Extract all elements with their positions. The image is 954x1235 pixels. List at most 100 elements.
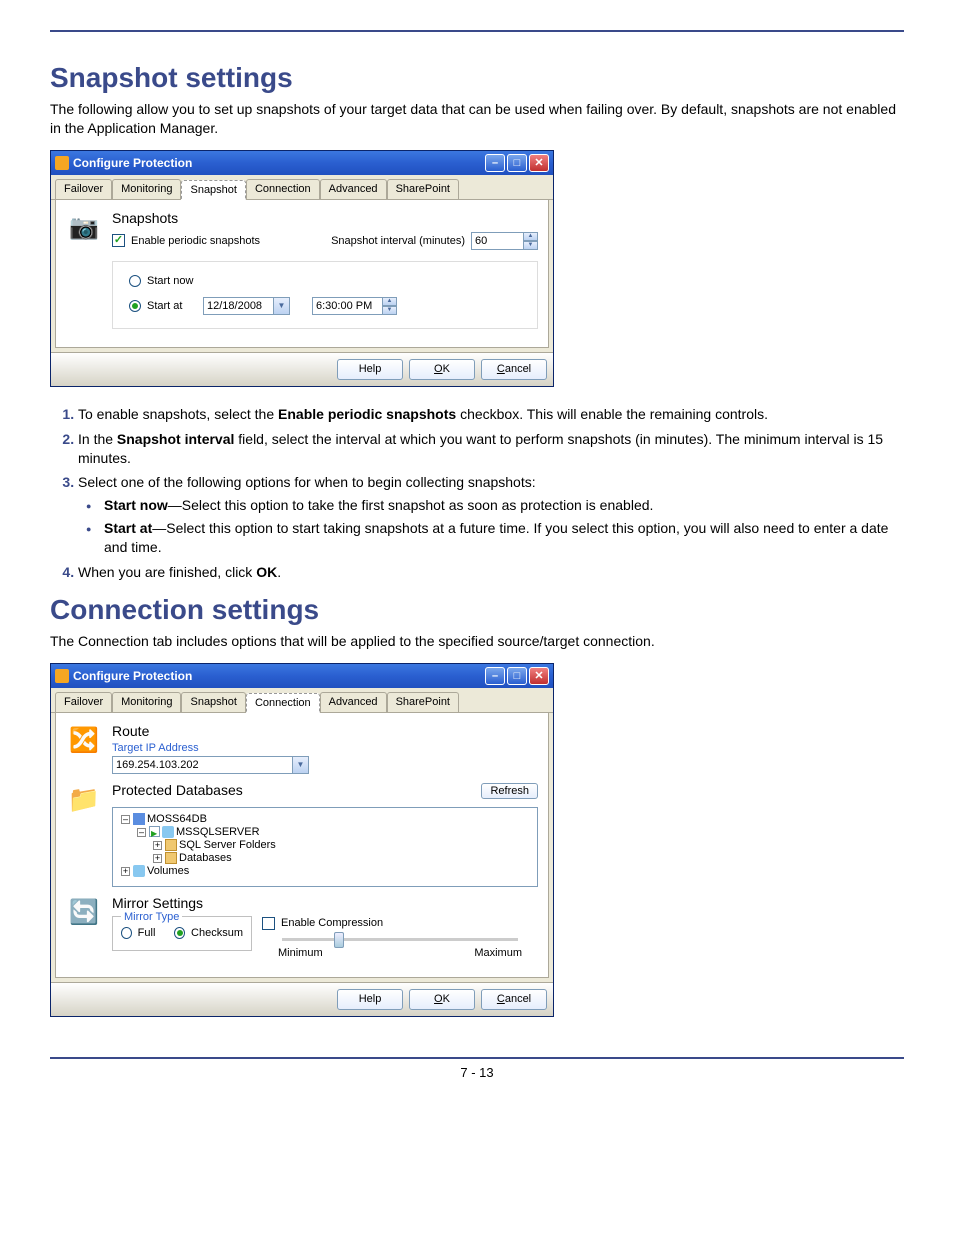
tab-strip: Failover Monitoring Snapshot Connection …	[51, 175, 553, 200]
page-number: 7 - 13	[50, 1065, 904, 1080]
tab-sharepoint[interactable]: SharePoint	[387, 692, 459, 712]
compression-checkbox[interactable]	[262, 917, 275, 930]
tab-monitoring[interactable]: Monitoring	[112, 692, 181, 712]
target-ip-input[interactable]	[112, 756, 292, 774]
bullet-start-at: Start at—Select this option to start tak…	[104, 519, 904, 557]
tree-databases[interactable]: Databases	[179, 852, 232, 864]
mirror-checksum-radio[interactable]	[174, 927, 185, 939]
minimize-button[interactable]: –	[485, 154, 505, 172]
dialog-snapshot: Configure Protection – □ ✕ Failover Moni…	[50, 150, 554, 387]
heading-snapshot: Snapshot settings	[50, 62, 904, 94]
route-icon	[66, 723, 102, 759]
expand-instance[interactable]: –	[137, 828, 146, 837]
db-heading: Protected Databases	[112, 782, 243, 798]
server-icon	[133, 813, 145, 825]
step-3: Select one of the following options for …	[78, 473, 904, 557]
cancel-button[interactable]: Cancel	[481, 989, 547, 1010]
expand-volumes[interactable]: +	[121, 867, 130, 876]
interval-up[interactable]: ▲	[523, 232, 538, 241]
intro-snapshot: The following allow you to set up snapsh…	[50, 100, 904, 138]
folder-icon	[165, 839, 177, 851]
dialog-connection: Configure Protection – □ ✕ Failover Moni…	[50, 663, 554, 1017]
titlebar: Configure Protection – □ ✕	[51, 664, 553, 688]
close-button[interactable]: ✕	[529, 154, 549, 172]
start-time-input[interactable]	[312, 297, 382, 315]
tab-advanced[interactable]: Advanced	[320, 692, 387, 712]
dialog-title: Configure Protection	[73, 669, 485, 683]
step-2: In the Snapshot interval field, select t…	[78, 430, 904, 468]
expand-folders[interactable]: +	[153, 841, 162, 850]
mirror-full-label: Full	[138, 927, 156, 939]
db-icon	[162, 826, 174, 838]
tab-monitoring[interactable]: Monitoring	[112, 179, 181, 199]
dialog-title: Configure Protection	[73, 156, 485, 170]
help-button[interactable]: Help	[337, 989, 403, 1010]
tree-folders[interactable]: SQL Server Folders	[179, 839, 276, 851]
minimize-button[interactable]: –	[485, 667, 505, 685]
intro-connection: The Connection tab includes options that…	[50, 632, 904, 651]
instance-checkbox[interactable]	[149, 826, 160, 837]
mirror-full-radio[interactable]	[121, 927, 132, 939]
tab-snapshot[interactable]: Snapshot	[181, 180, 245, 200]
maximize-button[interactable]: □	[507, 667, 527, 685]
start-date-input[interactable]	[203, 297, 273, 315]
step-4: When you are finished, click OK.	[78, 563, 904, 582]
interval-input[interactable]	[471, 232, 523, 250]
enable-snapshots-label: Enable periodic snapshots	[131, 235, 260, 247]
tree-root[interactable]: MOSS64DB	[147, 813, 207, 825]
enable-snapshots-checkbox[interactable]	[112, 234, 125, 247]
compression-label: Enable Compression	[281, 917, 383, 929]
mirror-type-label: Mirror Type	[121, 911, 182, 923]
mirror-heading: Mirror Settings	[112, 895, 538, 911]
tab-sharepoint[interactable]: SharePoint	[387, 179, 459, 199]
route-heading: Route	[112, 723, 538, 739]
expand-databases[interactable]: +	[153, 854, 162, 863]
ok-button[interactable]: OK	[409, 989, 475, 1010]
tab-connection[interactable]: Connection	[246, 179, 320, 199]
snapshot-steps: To enable snapshots, select the Enable p…	[50, 405, 904, 582]
snapshots-heading: Snapshots	[112, 210, 538, 226]
maximize-button[interactable]: □	[507, 154, 527, 172]
volumes-icon	[133, 865, 145, 877]
ok-button[interactable]: OK	[409, 359, 475, 380]
tab-connection[interactable]: Connection	[246, 693, 320, 713]
target-ip-label: Target IP Address	[112, 742, 538, 754]
mirror-checksum-label: Checksum	[191, 927, 243, 939]
refresh-button[interactable]: Refresh	[481, 783, 538, 799]
close-button[interactable]: ✕	[529, 667, 549, 685]
mirror-icon	[66, 895, 102, 931]
time-down[interactable]: ▼	[382, 306, 397, 315]
slider-thumb[interactable]	[334, 932, 344, 948]
date-dropdown-button[interactable]: ▼	[273, 297, 290, 315]
tab-strip: Failover Monitoring Snapshot Connection …	[51, 688, 553, 713]
tree-instance[interactable]: MSSQLSERVER	[176, 826, 260, 838]
start-at-radio[interactable]	[129, 300, 141, 312]
slider-min-label: Minimum	[278, 947, 323, 959]
time-up[interactable]: ▲	[382, 297, 397, 306]
interval-down[interactable]: ▼	[523, 241, 538, 250]
start-now-label: Start now	[147, 275, 193, 287]
folder-icon	[165, 852, 177, 864]
tree-volumes[interactable]: Volumes	[147, 865, 189, 877]
start-now-radio[interactable]	[129, 275, 141, 287]
database-icon	[66, 782, 102, 818]
tab-failover[interactable]: Failover	[55, 179, 112, 199]
step-1: To enable snapshots, select the Enable p…	[78, 405, 904, 424]
app-icon	[55, 669, 69, 683]
help-button[interactable]: Help	[337, 359, 403, 380]
compression-slider[interactable]	[282, 938, 518, 941]
target-ip-dropdown[interactable]: ▼	[292, 756, 309, 774]
tab-advanced[interactable]: Advanced	[320, 179, 387, 199]
tab-snapshot[interactable]: Snapshot	[181, 692, 245, 712]
heading-connection: Connection settings	[50, 594, 904, 626]
tab-failover[interactable]: Failover	[55, 692, 112, 712]
bullet-start-now: Start now—Select this option to take the…	[104, 496, 904, 515]
titlebar: Configure Protection – □ ✕	[51, 151, 553, 175]
snapshot-icon	[66, 210, 102, 246]
expand-root[interactable]: –	[121, 815, 130, 824]
interval-label: Snapshot interval (minutes)	[331, 235, 465, 247]
start-at-label: Start at	[147, 300, 197, 312]
slider-max-label: Maximum	[474, 947, 522, 959]
database-tree[interactable]: –MOSS64DB –MSSQLSERVER +SQL Server Folde…	[112, 807, 538, 887]
cancel-button[interactable]: Cancel	[481, 359, 547, 380]
